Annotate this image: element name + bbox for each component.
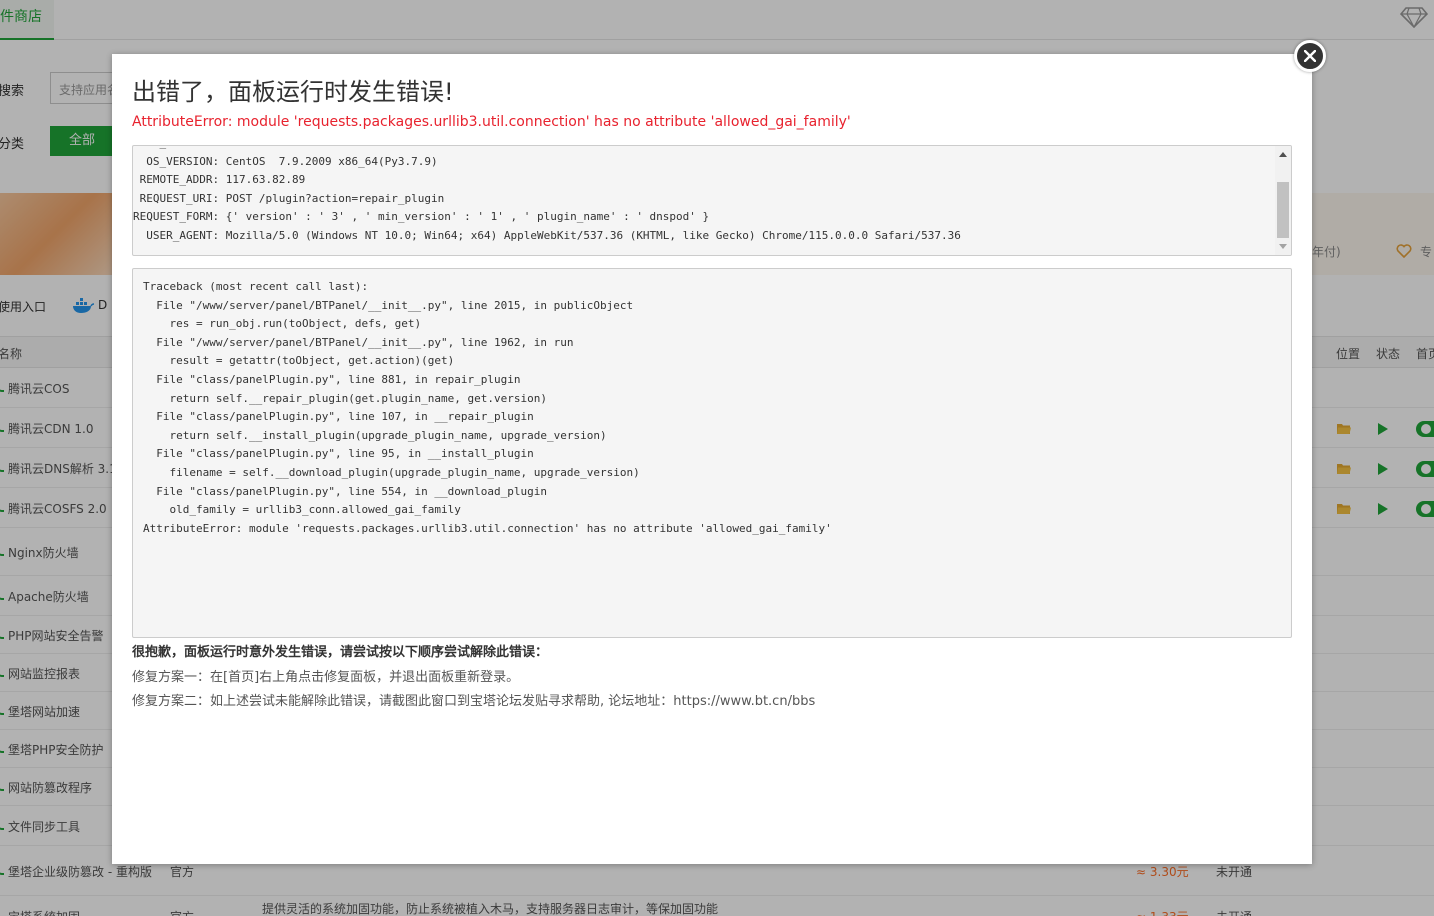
environment-info-line: PAN_VERSION: 8.0.1: [133, 146, 1273, 153]
error-dialog: 出错了，面板运行时发生错误! AttributeError: module 'r…: [112, 54, 1312, 864]
traceback-line: Traceback (most recent call last):: [143, 280, 369, 293]
scrollbar-thumb[interactable]: [1277, 182, 1289, 238]
environment-info-line: REMOTE_ADDR: 117.63.82.89: [133, 173, 306, 187]
traceback-line: File "class/panelPlugin.py", line 95, in…: [143, 447, 534, 461]
scroll-down-arrow-icon[interactable]: [1279, 244, 1287, 249]
traceback-line: res = run_obj.run(toObject, defs, get): [143, 317, 422, 331]
fix-option-one: 修复方案一：在[首页]右上角点击修复面板，并退出面板重新登录。: [132, 670, 520, 685]
traceback-line: filename = self.__download_plugin(upgrad…: [143, 465, 640, 479]
close-icon[interactable]: [1304, 50, 1316, 62]
error-message: AttributeError: module 'requests.package…: [132, 114, 851, 130]
environment-info-line: USER_AGENT: Mozilla/5.0 (Windows NT 10.0…: [133, 228, 961, 242]
traceback-line: old_family = urllib3_conn.allowed_gai_fa…: [143, 503, 461, 517]
traceback-line: result = getattr(toObject, get.action)(g…: [143, 354, 455, 368]
traceback-line: File "class/panelPlugin.py", line 554, i…: [143, 484, 547, 498]
traceback-line: File "class/panelPlugin.py", line 107, i…: [143, 410, 534, 424]
fix-option-two: 修复方案二：如上述尝试未能解除此错误，请截图此窗口到宝塔论坛发贴寻求帮助, 论坛…: [132, 694, 816, 709]
traceback-line: File "/www/server/panel/BTPanel/__init__…: [143, 335, 574, 349]
close-button[interactable]: [1294, 40, 1326, 72]
environment-info-text: PAN_VERSION: 8.0.1 OS_VERSION: CentOS 7.…: [133, 146, 1273, 246]
environment-info-line: REQUEST_FORM: {' version' : ' 3' , ' min…: [133, 210, 710, 224]
traceback-line: AttributeError: module 'requests.package…: [143, 521, 832, 535]
traceback-line: File "class/panelPlugin.py", line 881, i…: [143, 372, 521, 386]
environment-info-line: OS_VERSION: CentOS 7.9.2009 x86_64(Py3.7…: [133, 154, 438, 168]
dialog-title: 出错了，面板运行时发生错误!: [132, 78, 454, 106]
traceback-box[interactable]: Traceback (most recent call last): File …: [132, 268, 1292, 638]
scroll-up-arrow-icon[interactable]: [1279, 152, 1287, 157]
environment-info-box[interactable]: PAN_VERSION: 8.0.1 OS_VERSION: CentOS 7.…: [132, 145, 1292, 256]
traceback-line: File "/www/server/panel/BTPanel/__init__…: [143, 298, 634, 312]
apology-text: 很抱歉，面板运行时意外发生错误，请尝试按以下顺序尝试解除此错误：: [132, 645, 549, 660]
traceback-line: return self.__install_plugin(upgrade_plu…: [143, 428, 607, 442]
traceback-line: return self.__repair_plugin(get.plugin_n…: [143, 391, 547, 405]
info-scrollbar[interactable]: [1275, 146, 1291, 255]
environment-info-line: REQUEST_URI: POST /plugin?action=repair_…: [133, 191, 445, 205]
